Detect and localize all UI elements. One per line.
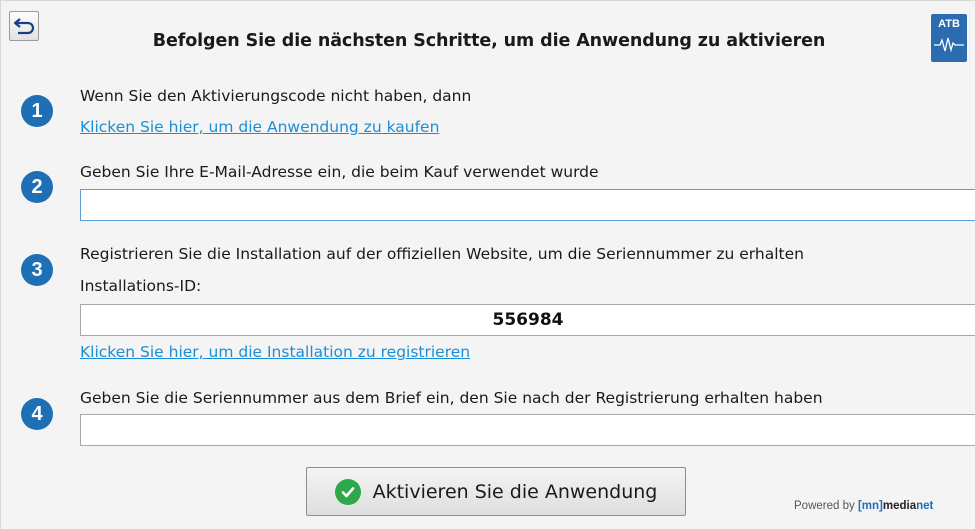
step-4-badge: 4	[21, 398, 53, 430]
register-installation-link[interactable]: Klicken Sie hier, um die Installation zu…	[80, 343, 470, 361]
step-2-text: Geben Sie Ihre E-Mail-Adresse ein, die b…	[80, 163, 599, 181]
check-circle-icon	[334, 478, 361, 505]
atb-logo-icon: ATB	[931, 14, 967, 62]
installation-id-field[interactable]: 556984	[80, 304, 975, 336]
activation-window: Befolgen Sie die nächsten Schritte, um d…	[0, 0, 975, 529]
activate-button-label: Aktivieren Sie die Anwendung	[372, 480, 658, 503]
brand-net: net	[916, 500, 934, 512]
email-field[interactable]	[80, 189, 975, 221]
brand-media: media	[882, 500, 917, 512]
header: Befolgen Sie die nächsten Schritte, um d…	[1, 1, 975, 77]
back-arrow-icon	[13, 18, 35, 35]
step-1-text: Wenn Sie den Aktivierungscode nicht habe…	[80, 87, 472, 105]
step-3-text: Registrieren Sie die Installation auf de…	[80, 245, 804, 263]
powered-by-text: Powered by	[794, 500, 855, 512]
step-4-text: Geben Sie die Seriennummer aus dem Brief…	[80, 389, 823, 407]
step-2-badge: 2	[21, 171, 53, 203]
powered-by: Powered by [mn]medianet	[794, 500, 933, 512]
activate-button[interactable]: Aktivieren Sie die Anwendung	[306, 467, 686, 516]
brand-mn: mn	[861, 500, 880, 512]
serial-number-field[interactable]	[80, 414, 975, 446]
buy-application-link[interactable]: Klicken Sie hier, um die Anwendung zu ka…	[80, 118, 439, 136]
logo-text: ATB	[938, 18, 960, 30]
step-3-badge: 3	[21, 254, 53, 286]
waveform-icon	[934, 37, 964, 53]
installation-id-label: Installations-ID:	[80, 277, 202, 295]
back-button[interactable]	[9, 11, 39, 41]
page-title: Befolgen Sie die nächsten Schritte, um d…	[152, 31, 826, 51]
step-1-badge: 1	[21, 95, 53, 127]
